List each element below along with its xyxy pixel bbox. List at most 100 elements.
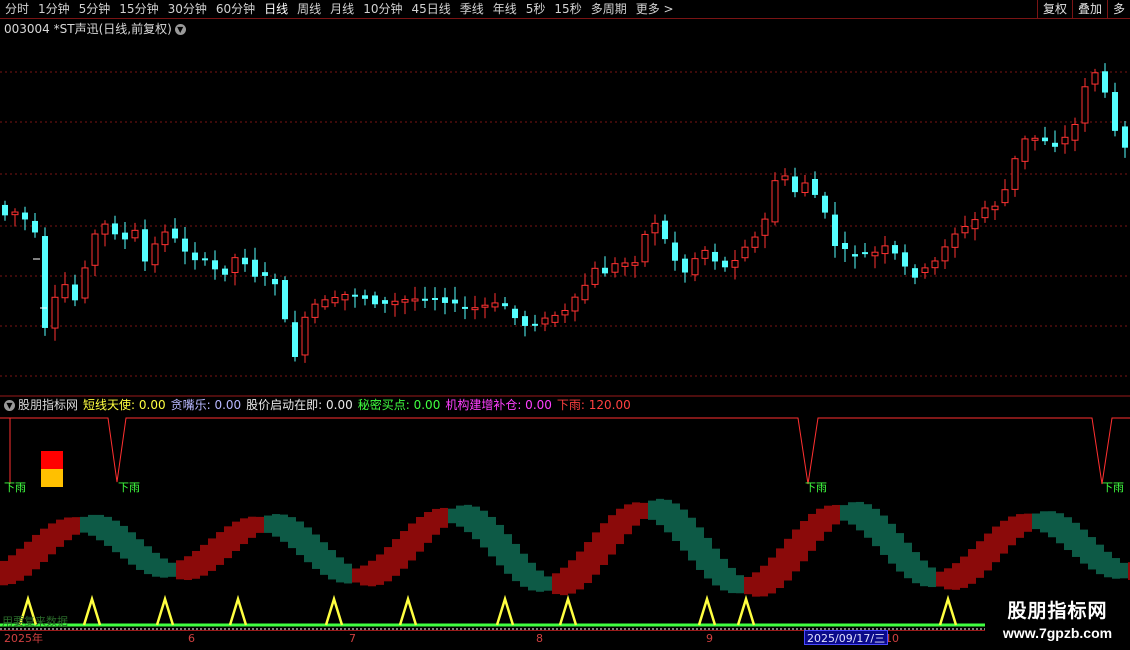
band-segment bbox=[328, 550, 336, 580]
band-segment bbox=[240, 518, 248, 545]
band-segment bbox=[1032, 513, 1040, 530]
band-segment bbox=[1016, 514, 1024, 538]
candle-body bbox=[1011, 158, 1019, 190]
band-segment bbox=[696, 527, 704, 570]
kline-chart[interactable]: 下雨 下雨 下雨 下雨 bbox=[0, 0, 1130, 650]
indicator-name[interactable]: 股朋指标网 bbox=[18, 397, 78, 413]
candle-body bbox=[22, 212, 28, 220]
candle-body bbox=[452, 299, 458, 304]
candle-body bbox=[602, 267, 608, 274]
band-segment bbox=[152, 552, 160, 577]
band-segment bbox=[128, 532, 136, 565]
candle-body bbox=[202, 258, 208, 261]
buy-signal-triangle bbox=[736, 594, 756, 626]
candle-body bbox=[481, 304, 489, 308]
rain-label: 下雨 bbox=[4, 481, 26, 494]
band-segment bbox=[392, 539, 400, 576]
candle-body bbox=[842, 243, 848, 250]
candle-body bbox=[822, 195, 828, 213]
candle-body bbox=[1071, 123, 1079, 141]
signal-square-red bbox=[41, 451, 63, 469]
band-segment bbox=[712, 548, 720, 586]
candle-body bbox=[722, 260, 728, 268]
candle-body bbox=[662, 220, 668, 240]
candle-body bbox=[591, 267, 599, 285]
candle-body bbox=[502, 303, 508, 307]
band-segment bbox=[320, 542, 328, 575]
band-segment bbox=[808, 513, 816, 551]
band-segment bbox=[1024, 513, 1032, 532]
candle-body bbox=[1042, 137, 1048, 142]
chevron-down-icon[interactable]: ▼ bbox=[174, 23, 186, 35]
band-segment bbox=[352, 568, 360, 583]
candle-body bbox=[741, 246, 749, 259]
candle-body bbox=[471, 307, 479, 311]
chevron-down-icon[interactable]: ▼ bbox=[4, 399, 15, 411]
band-segment bbox=[296, 521, 304, 556]
candle-body bbox=[212, 260, 218, 270]
band-segment bbox=[504, 534, 512, 574]
candle-body bbox=[981, 207, 989, 219]
candle-body bbox=[571, 296, 579, 312]
candle-body bbox=[272, 278, 278, 285]
band-segment bbox=[464, 504, 472, 533]
band-segment bbox=[688, 517, 696, 561]
candle-body bbox=[252, 259, 258, 277]
candle-body bbox=[541, 317, 549, 325]
band-segment bbox=[856, 501, 864, 531]
candle-body bbox=[331, 297, 339, 304]
band-segment bbox=[48, 523, 56, 555]
candle-body bbox=[881, 245, 889, 255]
band-segment bbox=[656, 498, 664, 526]
buy-signal-triangle bbox=[228, 594, 248, 626]
candle-body bbox=[391, 300, 399, 306]
buy-signal-triangle bbox=[398, 594, 418, 626]
buy-signal-triangle bbox=[155, 594, 175, 626]
candle-body bbox=[892, 245, 898, 254]
candle-body bbox=[401, 299, 409, 303]
candle-body bbox=[801, 182, 809, 194]
candle-body bbox=[91, 233, 99, 266]
band-segment bbox=[792, 529, 800, 572]
band-segment bbox=[112, 520, 120, 553]
date-tick: 2025年 bbox=[4, 632, 43, 645]
band-segment bbox=[1112, 558, 1120, 579]
band-segment bbox=[984, 533, 992, 571]
signal-square-yellow bbox=[41, 469, 63, 487]
candle-body bbox=[611, 263, 619, 273]
candle-body bbox=[372, 295, 378, 305]
band-segment bbox=[1000, 520, 1008, 554]
band-segment bbox=[264, 515, 272, 533]
band-segment bbox=[640, 502, 648, 519]
candle-body bbox=[122, 232, 128, 240]
band-segment bbox=[440, 507, 448, 528]
band-segment bbox=[272, 514, 280, 537]
band-segment bbox=[872, 508, 880, 547]
candle-body bbox=[912, 268, 918, 278]
candle-body bbox=[341, 293, 349, 301]
candle-body bbox=[491, 302, 499, 308]
band-segment bbox=[584, 542, 592, 584]
band-segment bbox=[928, 567, 936, 588]
band-segment bbox=[912, 552, 920, 584]
date-tick: 7 bbox=[349, 632, 356, 645]
band-segment bbox=[680, 509, 688, 551]
band-segment bbox=[448, 508, 456, 524]
cursor-date-label: 2025/09/17/三 bbox=[804, 630, 889, 645]
band-segment bbox=[720, 558, 728, 591]
band-segment bbox=[424, 512, 432, 543]
indicator-value-0: 短线天使: 0.00 bbox=[83, 398, 166, 412]
candle-body bbox=[432, 297, 438, 300]
candle-body bbox=[581, 284, 589, 301]
candle-body bbox=[991, 205, 999, 211]
band-segment bbox=[336, 557, 344, 583]
band-segment bbox=[0, 560, 8, 586]
band-segment bbox=[1008, 516, 1016, 546]
candle-body bbox=[751, 236, 759, 248]
band-segment bbox=[1040, 511, 1048, 533]
candle-body bbox=[641, 233, 649, 263]
band-segment bbox=[312, 534, 320, 569]
candle-body bbox=[701, 249, 709, 259]
candle-body bbox=[902, 252, 908, 267]
main-chart-title[interactable]: 003004 *ST声迅(日线,前复权) ▼ bbox=[4, 21, 186, 37]
